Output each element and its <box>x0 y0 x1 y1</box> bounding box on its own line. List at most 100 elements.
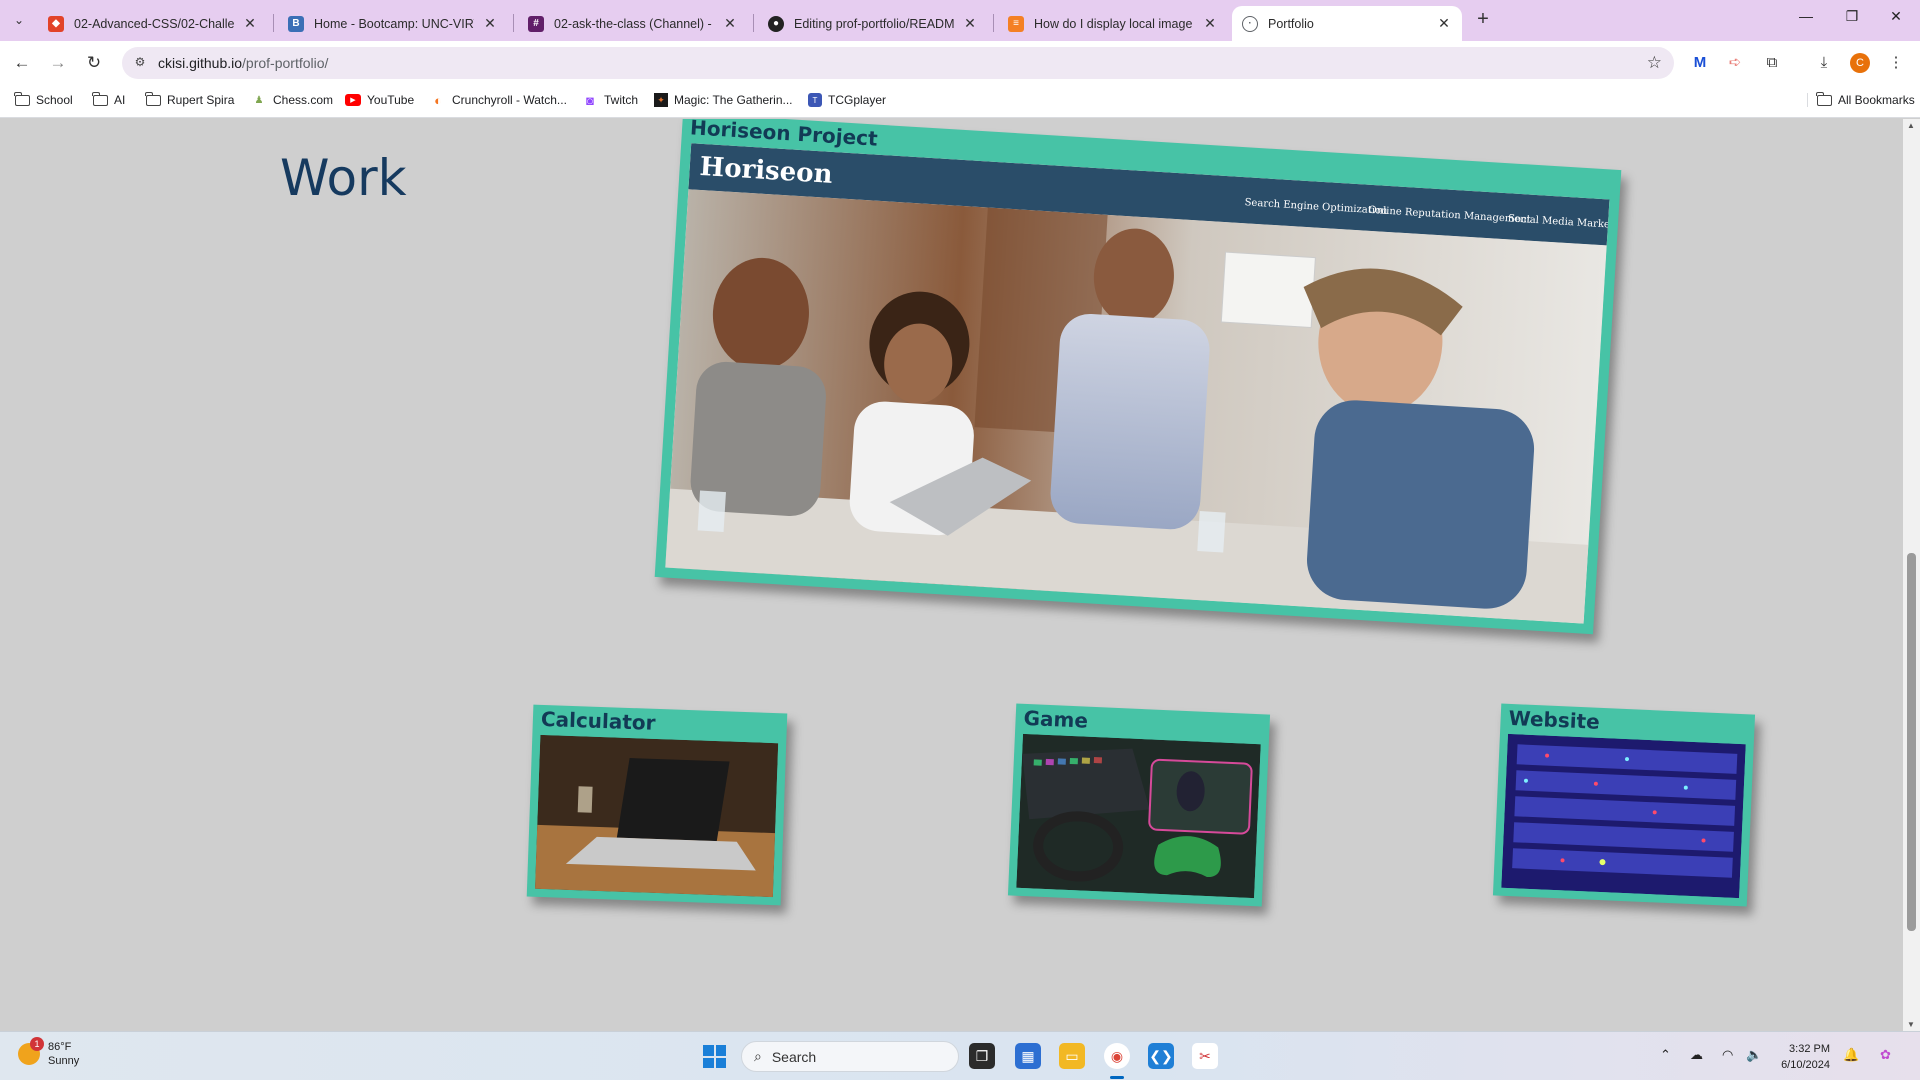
scroll-down-arrow-icon[interactable]: ▼ <box>1907 1020 1915 1029</box>
website-project-card[interactable]: Website <box>1492 703 1756 907</box>
crunchyroll-icon: ◐ <box>434 92 442 108</box>
file-explorer-icon[interactable]: ▭ <box>1059 1043 1085 1069</box>
bookmark-crunchyroll[interactable]: ◐ Crunchyroll - Watch... <box>430 92 567 108</box>
onedrive-icon[interactable]: ☁ <box>1690 1047 1703 1063</box>
folder-icon <box>1816 91 1832 106</box>
system-clock[interactable]: 3:32 PM 6/10/2024 <box>1780 1041 1830 1073</box>
clock-time: 3:32 PM <box>1789 1043 1830 1055</box>
task-view-icon[interactable]: ❐ <box>969 1043 995 1069</box>
close-icon[interactable]: ✕ <box>1202 15 1218 32</box>
gaming-gear-photo <box>1016 733 1261 899</box>
chrome-icon[interactable]: ◉ <box>1104 1043 1130 1069</box>
all-bookmarks[interactable]: All Bookmarks <box>1807 91 1915 107</box>
tab-2[interactable]: # 02-ask-the-class (Channel) - UN ✕ <box>518 6 748 41</box>
copilot-icon[interactable]: ✿ <box>1880 1047 1891 1063</box>
puzzle-extensions-icon[interactable]: ⧉ <box>1760 51 1784 75</box>
back-button[interactable]: ← <box>10 51 34 75</box>
site-info-icon[interactable]: ⚙ <box>132 55 148 71</box>
scroll-thumb[interactable] <box>1907 553 1916 931</box>
url-text[interactable]: ckisi.github.io/prof-portfolio/ <box>158 55 328 71</box>
new-tab-button[interactable]: + <box>1470 8 1496 31</box>
tab-5-active[interactable]: · Portfolio ✕ <box>1232 6 1462 41</box>
bookmark-label: AI <box>114 93 126 107</box>
bookmark-chess[interactable]: ♟ Chess.com <box>251 93 334 107</box>
wifi-icon[interactable]: ◠ <box>1722 1047 1733 1063</box>
bookmark-ai[interactable]: AI <box>92 91 126 107</box>
bookmark-label: Crunchyroll - Watch... <box>452 93 567 107</box>
bookmark-youtube[interactable]: ▶ YouTube <box>345 93 414 107</box>
bookmark-tcgplayer[interactable]: T TCGplayer <box>808 93 886 107</box>
globe-icon: · <box>1242 15 1258 32</box>
bookmark-school[interactable]: School <box>14 91 73 107</box>
notification-bell-icon[interactable]: 🔔 <box>1843 1047 1859 1063</box>
snipping-tool-icon[interactable]: ✂ <box>1192 1043 1218 1069</box>
address-bar[interactable]: ⚙ ckisi.github.io/prof-portfolio/ ☆ <box>122 47 1674 79</box>
project-title: Website <box>1508 705 1601 734</box>
weather-temp: 86°F <box>48 1041 72 1053</box>
taskbar-search[interactable]: ⌕ Search <box>741 1041 959 1072</box>
tab-strip: ⌄ ◆ 02-Advanced-CSS/02-Challeng ✕ B Home… <box>0 0 1920 41</box>
tab-title: 02-ask-the-class (Channel) - UN <box>554 16 714 31</box>
bookmark-label: TCGplayer <box>828 93 887 107</box>
forward-button[interactable]: → <box>46 51 70 75</box>
calculator-project-card[interactable]: Calculator <box>526 704 788 906</box>
tab-4[interactable]: ≡ How do I display local image in ✕ <box>998 6 1228 41</box>
microsoft-store-icon[interactable]: ▦ <box>1015 1043 1041 1069</box>
close-window-button[interactable]: ✕ <box>1876 8 1916 25</box>
bookmark-star-icon[interactable]: ☆ <box>1647 53 1662 73</box>
restore-button[interactable]: ❐ <box>1832 8 1872 25</box>
notification-badge: 1 <box>30 1037 44 1051</box>
download-icon[interactable]: ⤓ <box>1812 51 1836 75</box>
menu-kebab-icon[interactable]: ⋮ <box>1884 51 1908 75</box>
tab-0[interactable]: ◆ 02-Advanced-CSS/02-Challeng ✕ <box>38 6 268 41</box>
close-icon[interactable]: ✕ <box>962 15 978 32</box>
page-icon: B <box>288 15 304 32</box>
profile-avatar[interactable]: C <box>1850 53 1870 73</box>
slack-icon: # <box>528 15 544 32</box>
bookmark-mtg[interactable]: ✦ Magic: The Gatherin... <box>654 93 793 107</box>
bookmark-label: Chess.com <box>273 93 334 107</box>
tab-search-button[interactable]: ⌄ <box>8 9 30 31</box>
tab-divider <box>993 14 994 32</box>
github-icon: ● <box>768 15 784 32</box>
minimize-button[interactable]: — <box>1786 8 1826 24</box>
vscode-icon[interactable]: ❮❯ <box>1148 1043 1174 1069</box>
youtube-icon: ▶ <box>345 94 361 106</box>
reload-button[interactable]: ↻ <box>82 51 106 75</box>
tab-3[interactable]: ● Editing prof-portfolio/README ✕ <box>758 6 988 41</box>
tab-title: How do I display local image in <box>1034 16 1194 31</box>
close-icon[interactable]: ✕ <box>242 15 258 32</box>
malwarebytes-extension-icon[interactable]: M <box>1688 51 1712 75</box>
page-scrollbar[interactable]: ▲ ▼ <box>1903 119 1920 1031</box>
weather-desc: Sunny <box>48 1055 80 1067</box>
bookmark-rupert-spira[interactable]: Rupert Spira <box>145 91 234 107</box>
sun-icon: 1 <box>18 1037 44 1065</box>
tab-title: Editing prof-portfolio/README <box>794 16 954 31</box>
close-icon[interactable]: ✕ <box>482 15 498 32</box>
scroll-up-arrow-icon[interactable]: ▲ <box>1907 121 1915 130</box>
site-nav-item: Online Reputation Management <box>1368 204 1531 226</box>
close-icon[interactable]: ✕ <box>722 15 738 32</box>
bookmark-twitch[interactable]: ◙ Twitch <box>582 93 638 108</box>
bookmarks-bar: School AI Rupert Spira ♟ Chess.com ▶ YouTu… <box>0 85 1920 118</box>
extension-icon[interactable]: ➪ <box>1723 51 1747 75</box>
laptop-photo <box>535 734 779 898</box>
horiseon-project-card[interactable]: Horiseon Project Horiseon Search Engine … <box>654 119 1622 635</box>
start-button[interactable] <box>703 1045 726 1068</box>
chess-icon: ♟ <box>254 94 264 106</box>
tab-1[interactable]: B Home - Bootcamp: UNC-VIRT-F ✕ <box>278 6 508 41</box>
server-rack-photo <box>1501 733 1746 899</box>
close-icon[interactable]: ✕ <box>1436 15 1452 32</box>
tab-title: Home - Bootcamp: UNC-VIRT-F <box>314 16 474 31</box>
windows-taskbar: 1 86°F Sunny ⌕ Search ❐ ▦ ▭ ◉ ❮❯ ✂ ⌃ ☁ ◠… <box>0 1031 1920 1080</box>
gitlab-icon: ◆ <box>48 15 64 32</box>
weather-widget[interactable]: 1 86°F Sunny <box>18 1037 80 1068</box>
url-path: /prof-portfolio/ <box>242 55 329 71</box>
volume-icon[interactable]: 🔈 <box>1746 1047 1762 1063</box>
show-hidden-icons-chevron-icon[interactable]: ⌃ <box>1660 1047 1671 1063</box>
search-icon: ⌕ <box>754 1048 762 1064</box>
project-title: Game <box>1023 705 1089 733</box>
bookmark-label: Magic: The Gatherin... <box>674 93 793 107</box>
game-project-card[interactable]: Game <box>1007 703 1271 907</box>
all-bookmarks-label: All Bookmarks <box>1838 93 1915 107</box>
